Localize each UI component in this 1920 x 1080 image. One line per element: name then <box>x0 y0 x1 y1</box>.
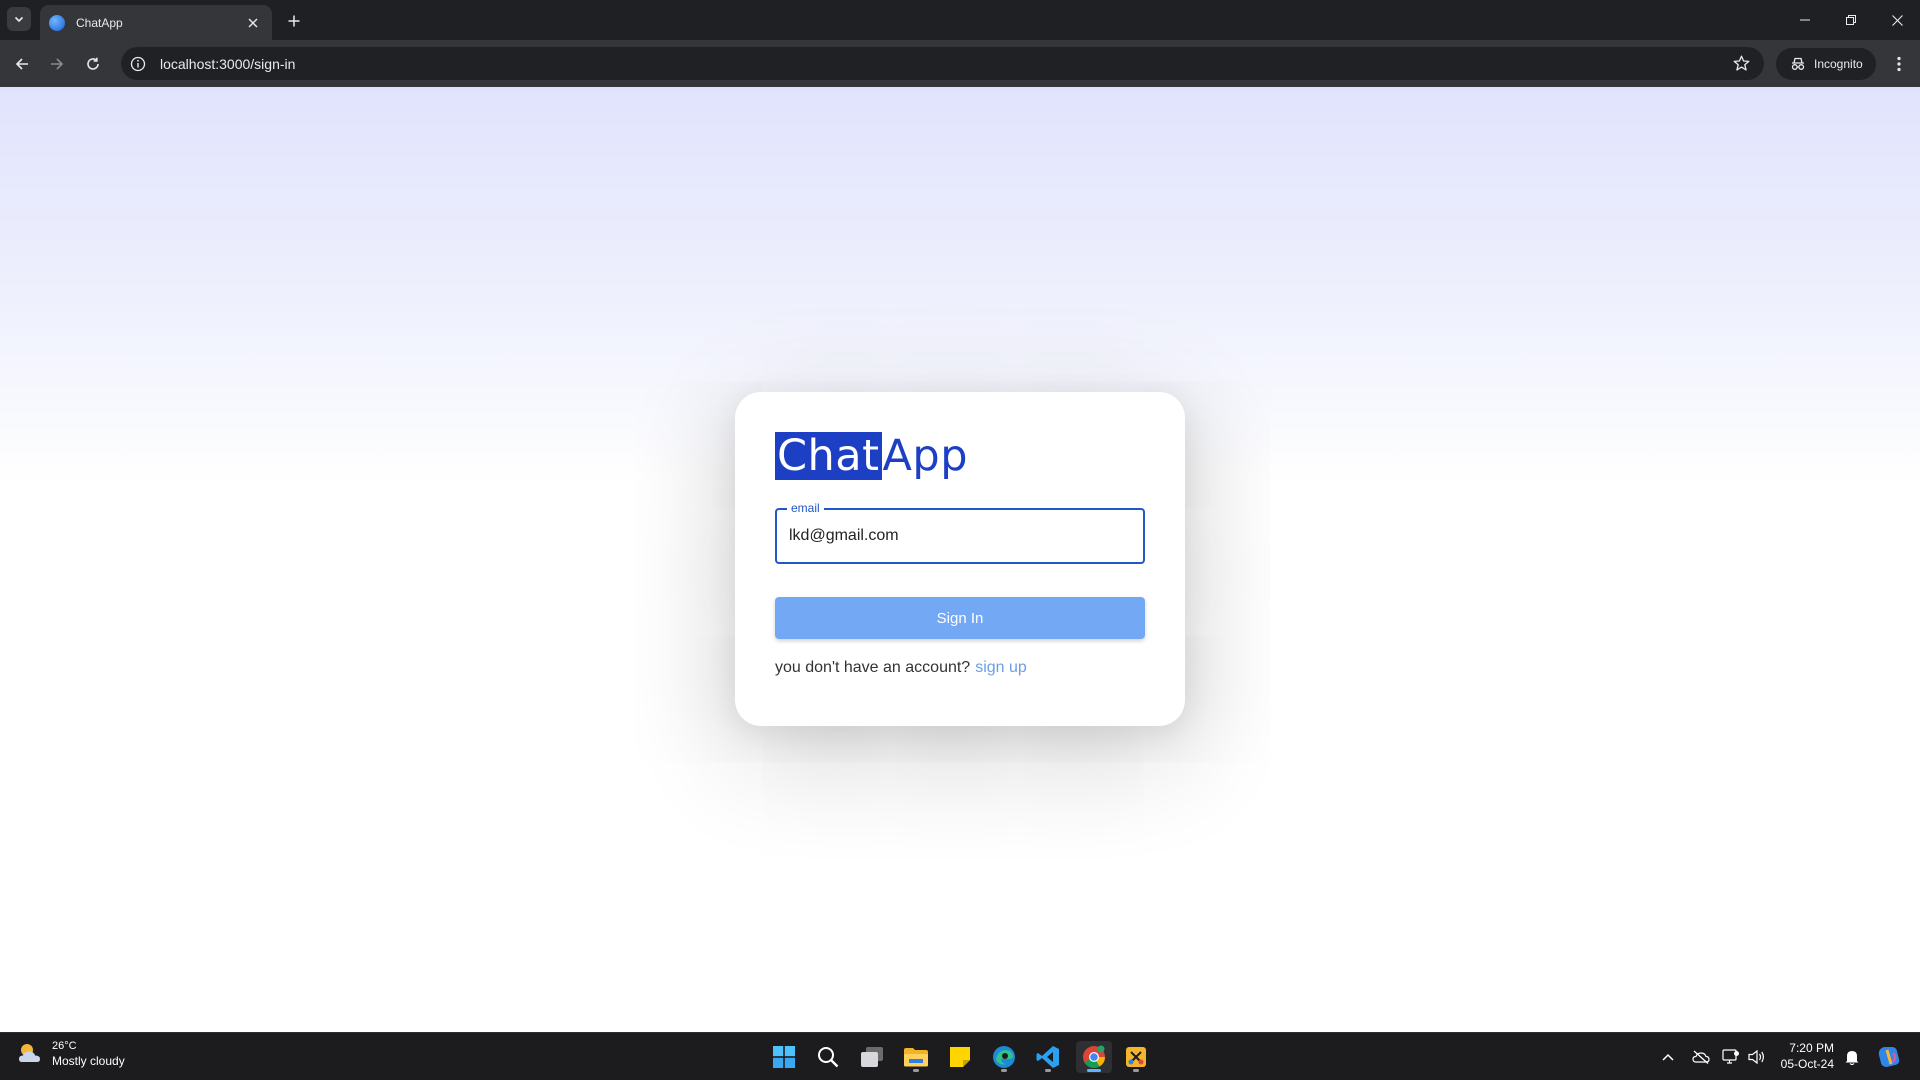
browser-tab-active[interactable]: ChatApp <box>40 5 272 40</box>
restore-button[interactable] <box>1828 0 1874 40</box>
running-indicator <box>1045 1069 1051 1072</box>
sticky-notes-app[interactable] <box>944 1041 976 1073</box>
sticky-note-icon <box>950 1047 970 1067</box>
signup-prompt: you don't have an account? sign up <box>775 659 1027 677</box>
file-explorer-app[interactable] <box>900 1041 932 1073</box>
no-account-text: you don't have an account? <box>775 659 971 676</box>
browser-menu-button[interactable] <box>1888 52 1910 76</box>
speaker-icon <box>1748 1049 1764 1065</box>
incognito-label: Incognito <box>1814 57 1863 71</box>
reload-icon <box>87 57 99 70</box>
forward-button[interactable] <box>44 51 70 77</box>
network-tray-icon[interactable] <box>1720 1046 1742 1068</box>
page-viewport: ChatApp email Sign In you don't have an … <box>0 87 1920 1032</box>
snipping-tool-icon <box>1126 1047 1146 1067</box>
edge-browser-app[interactable] <box>988 1041 1020 1073</box>
bell-icon <box>1845 1051 1859 1065</box>
network-icon <box>1722 1049 1739 1064</box>
bookmark-star-icon[interactable] <box>1730 53 1752 75</box>
windows-logo-icon <box>773 1046 795 1068</box>
chrome-icon <box>1083 1045 1105 1068</box>
minimize-icon <box>1800 19 1810 21</box>
minimize-button[interactable] <box>1782 0 1828 40</box>
chrome-app[interactable] <box>1076 1041 1112 1073</box>
taskbar-search-button[interactable] <box>812 1041 844 1073</box>
sign-up-link[interactable]: sign up <box>975 659 1027 676</box>
copilot-icon <box>1878 1047 1900 1067</box>
logo-text: App <box>882 431 969 481</box>
back-button[interactable] <box>9 51 35 77</box>
weather-text: 26°C Mostly cloudy <box>52 1039 125 1069</box>
close-icon <box>1891 14 1903 26</box>
reload-button[interactable] <box>80 51 106 77</box>
restore-icon <box>1846 15 1856 25</box>
tab-search-button[interactable] <box>7 7 31 31</box>
running-indicator <box>913 1069 919 1072</box>
active-app-indicator <box>1087 1069 1101 1072</box>
incognito-icon <box>1791 57 1805 70</box>
vscode-app[interactable] <box>1032 1041 1064 1073</box>
weather-temperature: 26°C <box>52 1040 77 1052</box>
chevron-up-icon <box>1662 1053 1674 1061</box>
search-icon <box>818 1047 839 1068</box>
edge-icon <box>993 1046 1015 1068</box>
system-clock[interactable]: 7:20 PM 05-Oct-24 <box>1768 1040 1834 1072</box>
show-hidden-icons-button[interactable] <box>1657 1046 1679 1068</box>
url-text[interactable]: localhost:3000/sign-in <box>160 56 1730 72</box>
cloud-off-icon <box>1692 1050 1710 1064</box>
clock-date: 05-Oct-24 <box>1780 1057 1834 1071</box>
incognito-indicator[interactable]: Incognito <box>1776 48 1876 80</box>
start-button[interactable] <box>768 1041 800 1073</box>
logo-highlighted-text: Chat <box>775 431 882 481</box>
chatapp-favicon-icon <box>49 14 65 31</box>
running-indicator <box>1001 1069 1007 1072</box>
tab-close-button[interactable] <box>244 14 262 32</box>
address-bar[interactable]: localhost:3000/sign-in <box>121 47 1764 80</box>
vscode-icon <box>1036 1046 1059 1068</box>
cloud-sync-tray-icon[interactable] <box>1690 1046 1712 1068</box>
task-view-icon <box>861 1047 883 1067</box>
chatapp-logo: Chat App <box>775 432 968 480</box>
task-view-button[interactable] <box>856 1041 888 1073</box>
plus-icon <box>288 15 300 27</box>
folder-icon <box>904 1048 928 1067</box>
more-vertical-icon <box>1897 56 1901 72</box>
new-tab-button[interactable] <box>282 9 306 33</box>
site-info-icon[interactable] <box>130 56 146 72</box>
browser-toolbar: localhost:3000/sign-in Incognito <box>0 40 1920 87</box>
running-indicator <box>1133 1069 1139 1072</box>
sign-in-card: ChatApp email Sign In you don't have an … <box>735 392 1185 726</box>
email-input[interactable] <box>789 510 1129 562</box>
email-field[interactable]: email <box>775 501 1145 564</box>
sign-in-button[interactable]: Sign In <box>775 597 1145 639</box>
arrow-right-icon <box>51 58 64 70</box>
tab-title: ChatApp <box>76 15 123 30</box>
windows-taskbar: 26°C Mostly cloudy 7:20 PM 05-Oct-24 <box>0 1032 1920 1080</box>
snipping-tool-app[interactable] <box>1120 1041 1152 1073</box>
arrow-left-icon <box>15 58 28 70</box>
copilot-button[interactable] <box>1876 1044 1902 1070</box>
close-icon <box>248 18 258 27</box>
partly-cloudy-icon <box>16 1040 44 1068</box>
volume-tray-icon[interactable] <box>1746 1046 1768 1068</box>
clock-time: 7:20 PM <box>1789 1041 1834 1055</box>
weather-description: Mostly cloudy <box>52 1054 125 1068</box>
chevron-down-icon <box>14 16 24 23</box>
weather-widget[interactable]: 26°C Mostly cloudy <box>16 1039 125 1069</box>
window-close-button[interactable] <box>1874 0 1920 40</box>
notifications-button[interactable] <box>1841 1046 1863 1068</box>
browser-tabstrip: ChatApp <box>0 0 1920 40</box>
